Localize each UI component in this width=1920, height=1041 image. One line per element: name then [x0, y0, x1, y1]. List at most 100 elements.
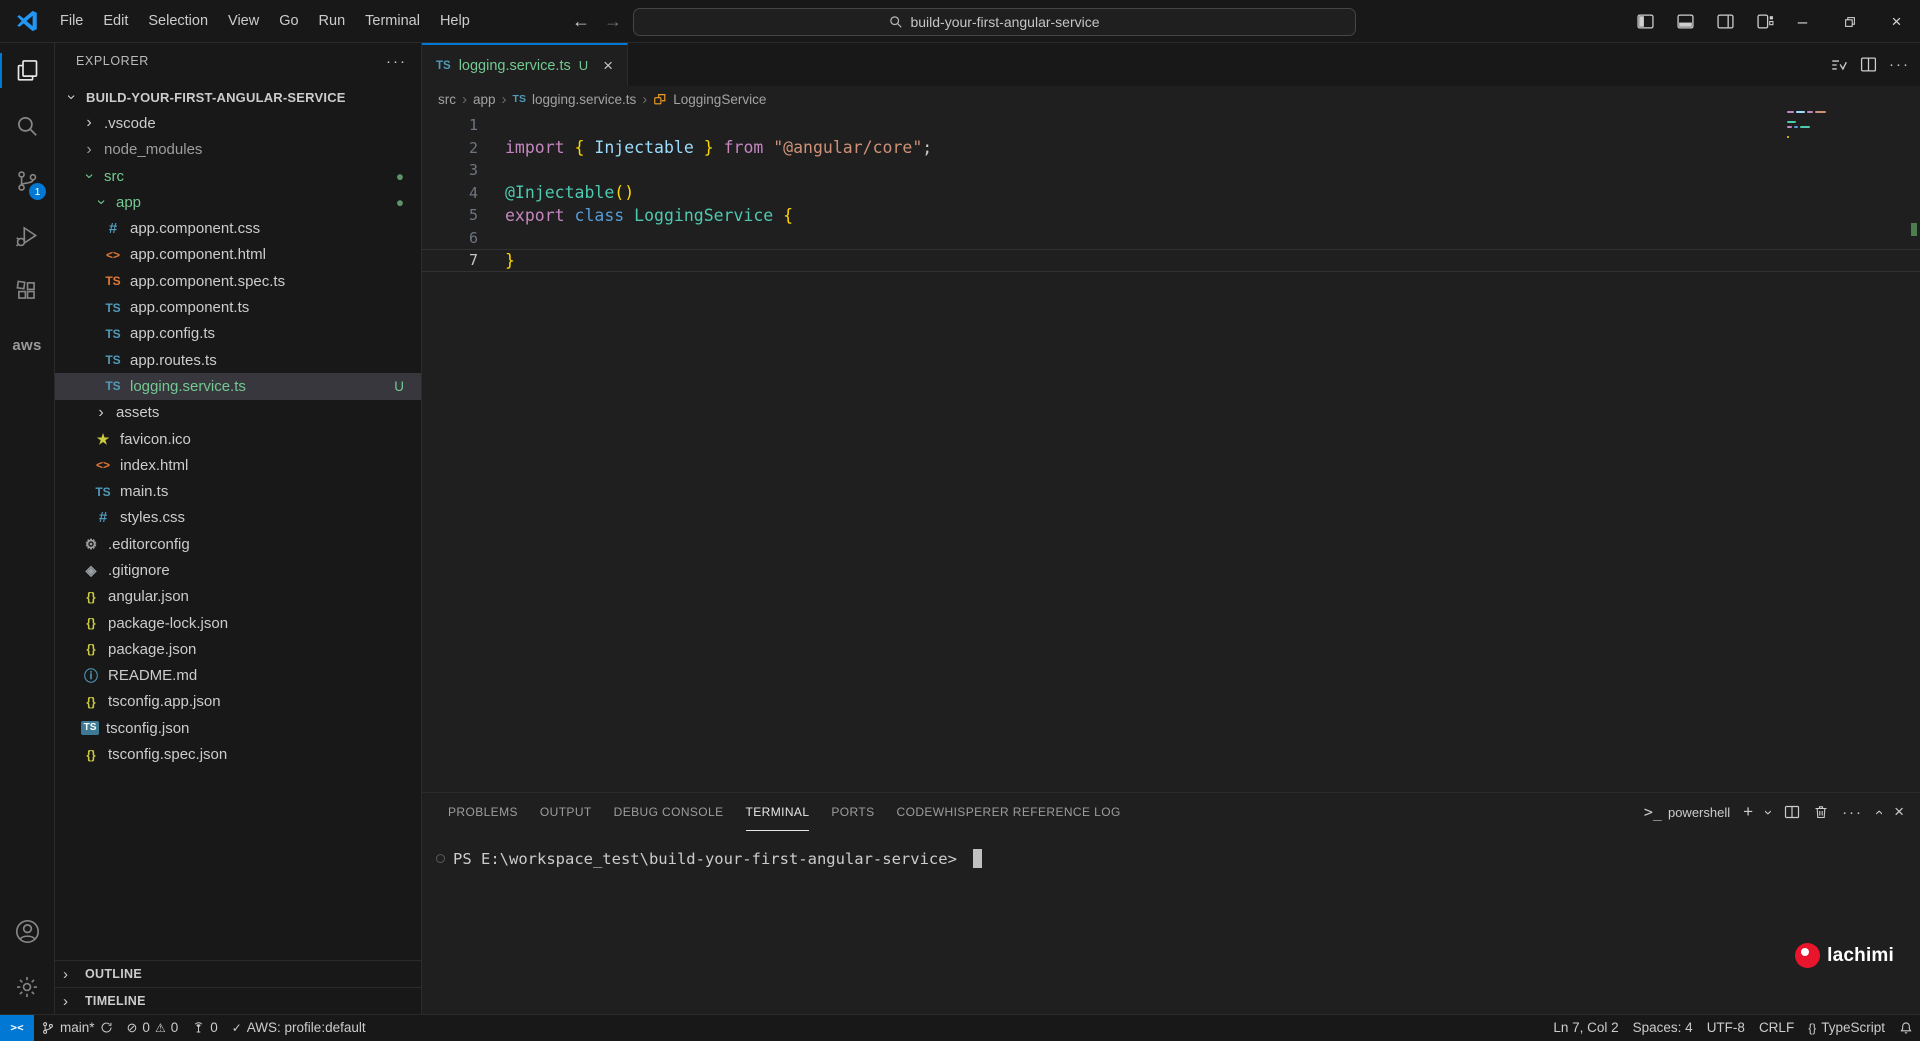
- tree-file-app-component-ts[interactable]: TSapp.component.ts: [55, 294, 421, 320]
- git-branch-status[interactable]: main*: [34, 1015, 120, 1041]
- settings-gear-icon[interactable]: [0, 959, 54, 1014]
- accounts-icon[interactable]: [0, 904, 54, 959]
- customize-layout-icon[interactable]: [1750, 7, 1780, 37]
- terminal-dropdown-icon[interactable]: ›: [1760, 810, 1777, 815]
- breadcrumb-src[interactable]: src: [438, 92, 456, 107]
- tree-file-main-ts[interactable]: TSmain.ts: [55, 478, 421, 504]
- tree-file-app-component-css[interactable]: #app.component.css: [55, 215, 421, 241]
- breadcrumb-file[interactable]: logging.service.ts: [532, 92, 636, 107]
- panel-tab-ports[interactable]: PORTS: [831, 793, 874, 831]
- split-editor-icon[interactable]: [1860, 56, 1877, 73]
- close-panel-icon[interactable]: ×: [1894, 802, 1904, 822]
- tree-file-app-component-spec-ts[interactable]: TSapp.component.spec.ts: [55, 268, 421, 294]
- chevron-expanded-icon: ›: [93, 194, 109, 210]
- command-center-search[interactable]: build-your-first-angular-service: [633, 8, 1356, 36]
- eol-status[interactable]: CRLF: [1752, 1015, 1801, 1041]
- file-name: tsconfig.json: [106, 720, 189, 737]
- menu-view[interactable]: View: [218, 8, 269, 34]
- forwarded-ports-status[interactable]: 0: [185, 1015, 225, 1041]
- tree-file-editorconfig[interactable]: ⚙.editorconfig: [55, 531, 421, 557]
- menu-edit[interactable]: Edit: [93, 8, 138, 34]
- tab-logging-service-ts[interactable]: TS logging.service.ts U ×: [422, 43, 628, 86]
- chevron-collapsed-icon: ›: [63, 993, 79, 1010]
- panel-tab-problems[interactable]: PROBLEMS: [448, 793, 518, 831]
- maximize-panel-icon[interactable]: ›: [1870, 810, 1887, 815]
- new-terminal-icon[interactable]: +: [1743, 802, 1753, 822]
- tab-bar: TS logging.service.ts U × ···: [422, 43, 1920, 86]
- notifications-bell[interactable]: [1892, 1015, 1920, 1041]
- window-restore-button[interactable]: [1826, 0, 1873, 43]
- tree-folder-node-modules[interactable]: ›node_modules: [55, 137, 421, 163]
- tree-file-app-routes-ts[interactable]: TSapp.routes.ts: [55, 347, 421, 373]
- toggle-panel-icon[interactable]: [1670, 7, 1700, 37]
- activity-aws-icon[interactable]: aws: [0, 318, 54, 373]
- tree-file-angular-json[interactable]: {}angular.json: [55, 584, 421, 610]
- menu-selection[interactable]: Selection: [138, 8, 218, 34]
- activity-run-debug-icon[interactable]: [0, 208, 54, 263]
- code-editor[interactable]: 1 2import { Injectable } from "@angular/…: [422, 112, 1920, 792]
- tree-file-logging-service-ts-selected[interactable]: TSlogging.service.tsU: [55, 373, 421, 399]
- panel-more-actions-icon[interactable]: ···: [1842, 804, 1863, 821]
- menu-run[interactable]: Run: [309, 8, 356, 34]
- navigate-forward-icon[interactable]: →: [604, 11, 622, 32]
- terminal-shell-selector[interactable]: >_ powershell: [1644, 803, 1730, 821]
- tree-file-tsconfig-app-json[interactable]: {}tsconfig.app.json: [55, 689, 421, 715]
- activity-extensions-icon[interactable]: [0, 263, 54, 318]
- tree-file-package-lock-json[interactable]: {}package-lock.json: [55, 610, 421, 636]
- minimap[interactable]: [1787, 106, 1827, 141]
- toggle-secondary-sidebar-icon[interactable]: [1710, 7, 1740, 37]
- activity-explorer-icon[interactable]: [0, 43, 54, 98]
- activity-search-icon[interactable]: [0, 98, 54, 153]
- aws-profile-status[interactable]: ✓ AWS: profile:default: [225, 1015, 373, 1041]
- kill-terminal-icon[interactable]: [1813, 804, 1829, 820]
- tree-file-package-json[interactable]: {}package.json: [55, 636, 421, 662]
- language-mode-status[interactable]: {} TypeScript: [1801, 1015, 1892, 1041]
- timeline-section-header[interactable]: › TIMELINE: [55, 987, 421, 1014]
- tree-file-app-component-html[interactable]: <>app.component.html: [55, 242, 421, 268]
- tree-file-readme-md[interactable]: ⓘREADME.md: [55, 663, 421, 689]
- command-decoration-icon[interactable]: [436, 854, 445, 863]
- tree-file-favicon-ico[interactable]: ★favicon.ico: [55, 426, 421, 452]
- run-tests-icon[interactable]: [1830, 56, 1848, 74]
- menu-terminal[interactable]: Terminal: [355, 8, 430, 34]
- breadcrumb-app[interactable]: app: [473, 92, 496, 107]
- panel-tab-output[interactable]: OUTPUT: [540, 793, 592, 831]
- menu-help[interactable]: Help: [430, 8, 480, 34]
- menu-file[interactable]: File: [50, 8, 93, 34]
- tree-file-tsconfig-json[interactable]: TStsconfig.json: [55, 715, 421, 741]
- tree-root-folder[interactable]: ›BUILD-YOUR-FIRST-ANGULAR-SERVICE: [55, 84, 421, 110]
- tree-folder-assets[interactable]: ›assets: [55, 400, 421, 426]
- split-terminal-icon[interactable]: [1784, 804, 1800, 820]
- cursor-position-status[interactable]: Ln 7, Col 2: [1546, 1015, 1625, 1041]
- file-name: tsconfig.spec.json: [108, 746, 227, 763]
- tree-folder-vscode[interactable]: ›.vscode: [55, 110, 421, 136]
- panel-tab-debug-console[interactable]: DEBUG CONSOLE: [614, 793, 724, 831]
- tree-folder-app[interactable]: ›app●: [55, 189, 421, 215]
- tree-file-app-config-ts[interactable]: TSapp.config.ts: [55, 321, 421, 347]
- editor-more-actions-icon[interactable]: ···: [1889, 56, 1910, 73]
- gear-file-icon: ⚙: [81, 537, 101, 551]
- activity-source-control-icon[interactable]: 1: [0, 153, 54, 208]
- panel-tab-terminal[interactable]: TERMINAL: [746, 793, 810, 831]
- tree-folder-src[interactable]: ›src●: [55, 163, 421, 189]
- encoding-status[interactable]: UTF-8: [1700, 1015, 1752, 1041]
- folder-name: app: [116, 194, 141, 211]
- tree-file-tsconfig-spec-json[interactable]: {}tsconfig.spec.json: [55, 741, 421, 767]
- navigate-back-icon[interactable]: ←: [572, 11, 590, 32]
- tree-file-gitignore[interactable]: ◈.gitignore: [55, 557, 421, 583]
- indentation-status[interactable]: Spaces: 4: [1626, 1015, 1700, 1041]
- tree-file-styles-css[interactable]: #styles.css: [55, 505, 421, 531]
- remote-indicator[interactable]: ><: [0, 1015, 34, 1041]
- panel-tab-codewhisperer-reference-log[interactable]: CODEWHISPERER REFERENCE LOG: [897, 793, 1121, 831]
- explorer-more-actions-icon[interactable]: ···: [386, 53, 407, 70]
- outline-section-header[interactable]: › OUTLINE: [55, 960, 421, 987]
- window-minimize-button[interactable]: –: [1779, 0, 1826, 43]
- window-close-button[interactable]: ×: [1873, 0, 1920, 43]
- tree-file-index-html[interactable]: <>index.html: [55, 452, 421, 478]
- toggle-primary-sidebar-icon[interactable]: [1630, 7, 1660, 37]
- breadcrumb-symbol[interactable]: LoggingService: [673, 92, 766, 107]
- menu-go[interactable]: Go: [269, 8, 308, 34]
- problems-status[interactable]: ⊘ 0 ⚠ 0: [120, 1015, 186, 1041]
- terminal-viewport[interactable]: PS E:\workspace_test\build-your-first-an…: [422, 831, 1920, 868]
- tab-close-icon[interactable]: ×: [599, 56, 617, 75]
